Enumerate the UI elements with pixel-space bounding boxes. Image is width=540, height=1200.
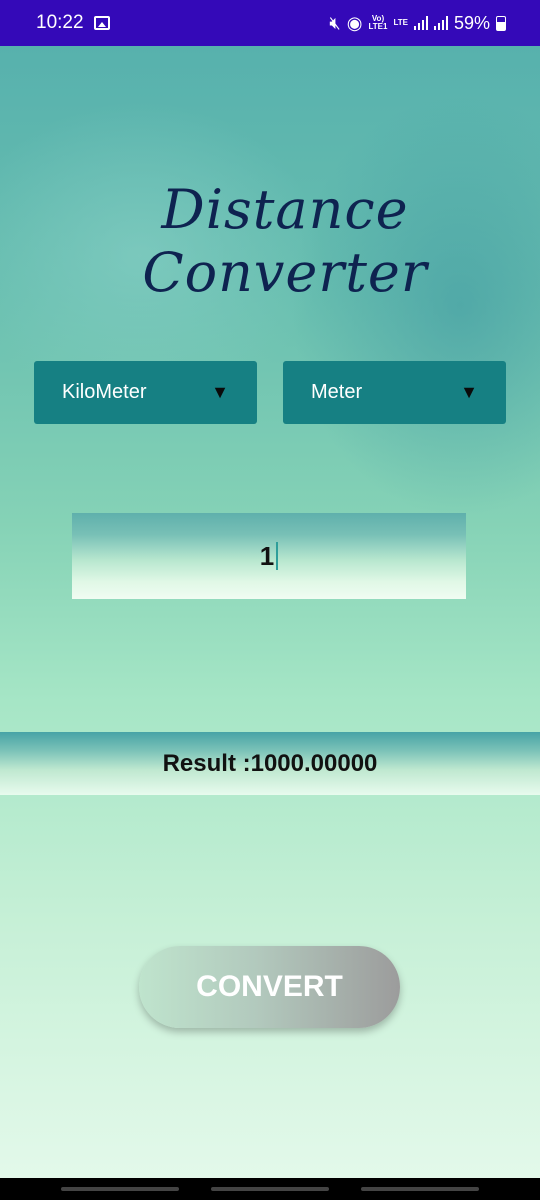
distance-input[interactable]: 1 xyxy=(72,513,466,599)
status-bar: 10:22 🔇︎ ◉ Vo) LTE1 LTE 59% xyxy=(0,0,540,46)
from-unit-value: KiloMeter xyxy=(62,381,147,403)
home-nav-button[interactable] xyxy=(211,1187,329,1191)
to-unit-value: Meter xyxy=(311,381,363,403)
converter-screen: Distance Converter KiloMeter ▼ Meter ▼ 1… xyxy=(0,46,540,1178)
mute-icon: 🔇︎ xyxy=(329,12,341,33)
recents-nav-button[interactable] xyxy=(61,1187,179,1191)
clock: 10:22 xyxy=(36,12,84,33)
back-nav-button[interactable] xyxy=(361,1187,479,1191)
to-unit-dropdown[interactable]: Meter ▼ xyxy=(283,361,506,424)
result-display: Result :1000.00000 xyxy=(0,732,540,795)
lte-label: LTE xyxy=(393,18,408,27)
image-notification-icon xyxy=(93,16,110,30)
result-text: Result :1000.00000 xyxy=(162,749,378,777)
battery-percent: 59% xyxy=(453,12,490,33)
text-caret xyxy=(276,542,279,570)
from-unit-dropdown[interactable]: KiloMeter ▼ xyxy=(34,361,257,424)
convert-button[interactable]: CONVERT xyxy=(139,946,400,1028)
signal-1-icon xyxy=(413,16,428,30)
navigation-bar xyxy=(0,1178,540,1200)
volte-bottom: LTE1 xyxy=(368,22,388,31)
signal-2-icon xyxy=(433,16,448,30)
distance-input-value: 1 xyxy=(259,540,275,571)
dropdown-arrow-icon: ▼ xyxy=(211,382,229,402)
dropdown-arrow-icon: ▼ xyxy=(460,382,478,402)
status-left: 10:22 xyxy=(36,12,110,34)
battery-icon xyxy=(496,15,506,31)
volte-indicator: Vo) LTE1 xyxy=(368,15,387,31)
status-right: 🔇︎ ◉ Vo) LTE1 LTE 59% xyxy=(329,13,506,34)
page-title: Distance Converter xyxy=(142,178,428,304)
hotspot-icon: ◉ xyxy=(346,12,363,33)
